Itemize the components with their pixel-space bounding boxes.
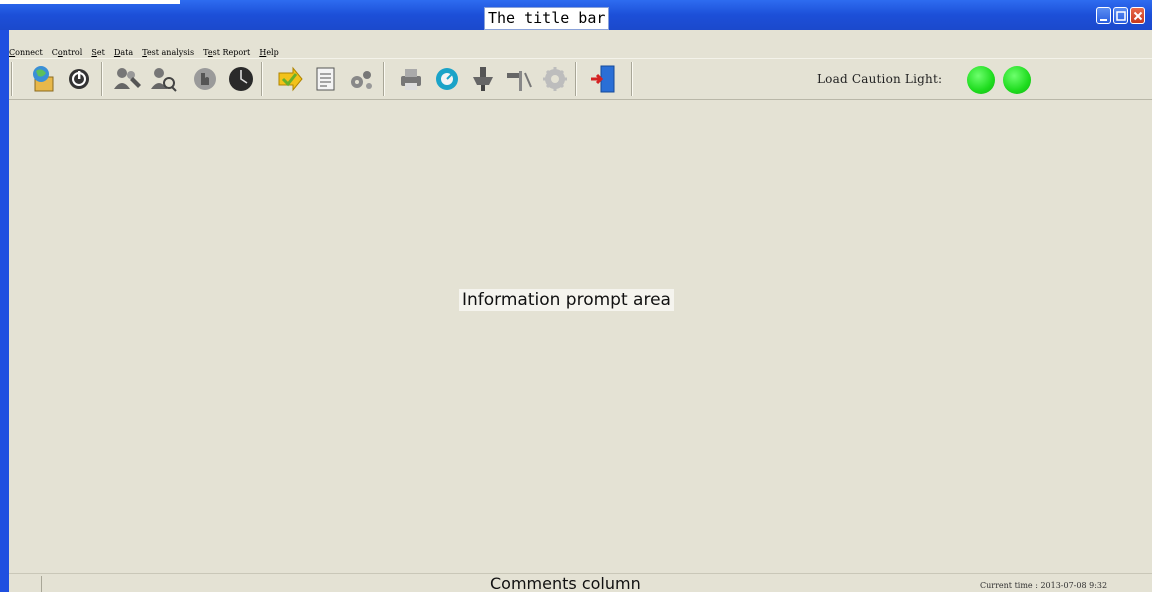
caution-light-1	[967, 66, 995, 94]
close-button[interactable]	[1130, 7, 1145, 24]
touch-button[interactable]	[189, 63, 221, 95]
application-window: The title bar Connect Control Set Data T…	[0, 0, 1152, 592]
exit-door-icon	[591, 65, 615, 93]
power-icon	[69, 69, 89, 89]
menu-help-label: elp	[266, 48, 279, 57]
menu-data-label: ata	[120, 48, 134, 57]
menu-control-label-post: ntrol	[62, 48, 83, 57]
gears-icon	[351, 71, 372, 89]
toolbar-separator	[575, 62, 577, 96]
menu-set-label: et	[96, 48, 105, 57]
exit-button[interactable]	[587, 63, 619, 95]
settings-icon	[543, 67, 567, 91]
touch-icon	[194, 68, 216, 90]
connect-button[interactable]	[27, 63, 59, 95]
toolbar-separator	[11, 62, 13, 96]
title-bar[interactable]: The title bar	[0, 0, 1152, 30]
hammer-icon	[507, 71, 532, 91]
chart-button[interactable]	[431, 63, 463, 95]
clock-button[interactable]	[225, 63, 257, 95]
user-search-icon	[151, 68, 177, 92]
toolbar-separator	[261, 62, 263, 96]
settings-button[interactable]	[539, 63, 571, 95]
information-prompt-label: Information prompt area	[459, 289, 674, 311]
window-border	[0, 0, 9, 592]
minimize-icon	[1100, 19, 1107, 21]
window-title: The title bar	[484, 7, 610, 30]
hammer-button[interactable]	[503, 63, 535, 95]
menu-test-analysis-label: est analysis	[146, 48, 195, 57]
users-edit-button[interactable]	[111, 63, 143, 95]
information-prompt-area	[9, 100, 1152, 573]
menu-bar: Connect Control Set Data Test analysis T…	[9, 40, 283, 57]
arrow-icon	[278, 66, 303, 92]
toolbar-separator	[101, 62, 103, 96]
clock-icon	[229, 67, 253, 91]
printer-icon	[401, 69, 421, 90]
user-search-button[interactable]	[147, 63, 179, 95]
toolbar-separator	[383, 62, 385, 96]
chart-icon	[436, 68, 458, 90]
toolbar-separator	[631, 62, 633, 96]
power-button[interactable]	[63, 63, 95, 95]
users-edit-icon	[114, 68, 141, 89]
connect-icon	[33, 66, 54, 92]
gears-button[interactable]	[345, 63, 377, 95]
current-time: Current time : 2013-07-08 9:32	[980, 581, 1108, 590]
maximize-icon	[1116, 11, 1126, 21]
menu-connect-label: onnect	[15, 48, 43, 57]
toolbar: Load Caution Light:	[9, 58, 1152, 100]
status-divider	[41, 576, 42, 592]
load-caution-label: Load Caution Light:	[817, 72, 943, 86]
arrow-button[interactable]	[273, 63, 305, 95]
tool-button[interactable]	[467, 63, 499, 95]
comments-column: Comments column	[490, 574, 641, 592]
close-icon	[1133, 11, 1143, 21]
caution-light-2	[1003, 66, 1031, 94]
document-icon	[316, 67, 335, 91]
minimize-button[interactable]	[1096, 7, 1111, 24]
tool-icon	[473, 67, 493, 91]
menu-test-report-label-post: st Report	[212, 48, 251, 57]
maximize-button[interactable]	[1113, 7, 1128, 24]
title-bar-highlight	[0, 0, 180, 4]
document-button[interactable]	[309, 63, 341, 95]
printer-button[interactable]	[395, 63, 427, 95]
